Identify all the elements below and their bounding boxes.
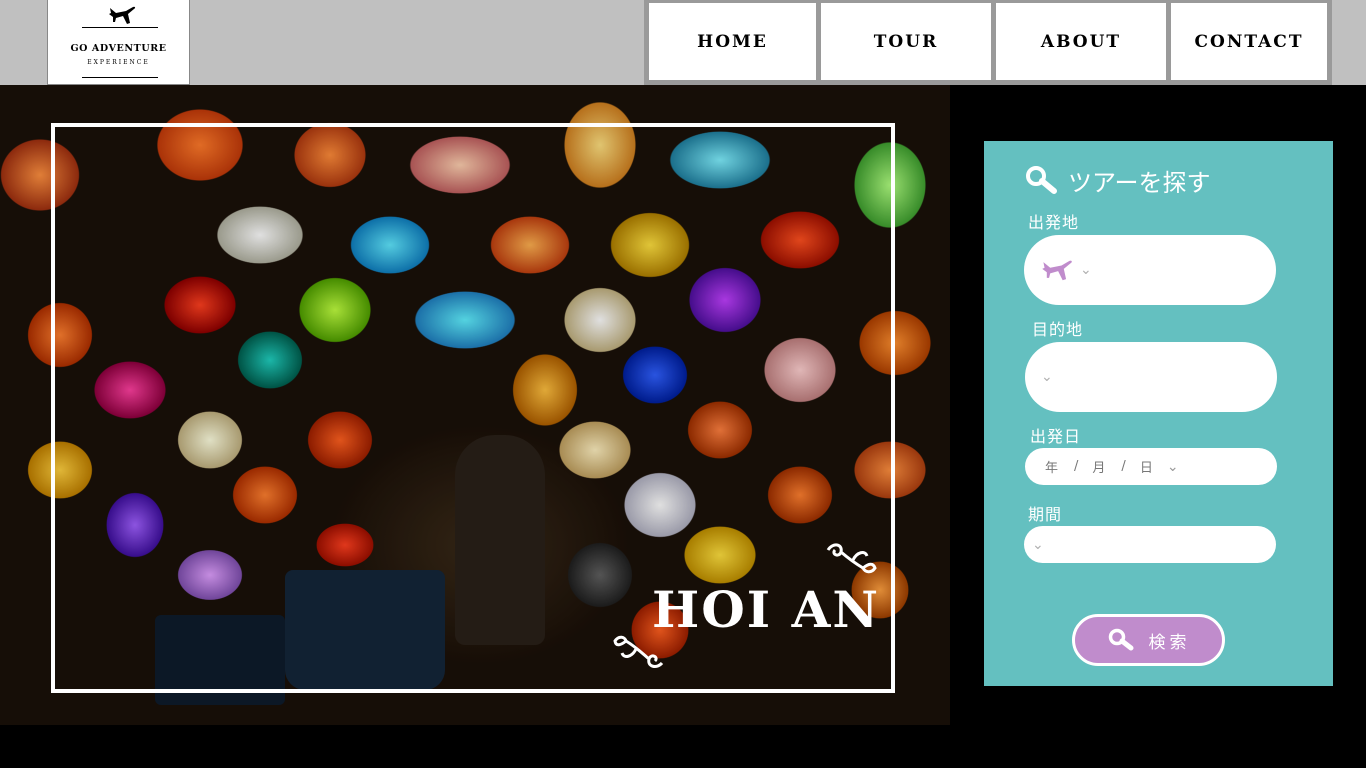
- header: GO ADVENTURE EXPERIENCE HOME TOUR ABOUT …: [0, 0, 1366, 85]
- chevron-down-icon: ⌄: [1080, 262, 1092, 278]
- departure-select[interactable]: ⌄: [1024, 235, 1276, 305]
- logo-title: GO ADVENTURE: [70, 43, 167, 54]
- date-separator: /: [1074, 459, 1079, 474]
- nav-home[interactable]: HOME: [649, 3, 816, 80]
- nav-contact[interactable]: CONTACT: [1171, 3, 1327, 80]
- search-button-label: 検索: [1148, 632, 1191, 653]
- hero-image: HOI AN: [0, 85, 950, 725]
- chevron-down-icon: ⌄: [1032, 536, 1044, 553]
- search-button[interactable]: 検索: [1072, 614, 1225, 666]
- date-year: 年: [1045, 461, 1059, 476]
- departure-label: 出発地: [1028, 213, 1080, 232]
- search-icon: [1108, 628, 1133, 651]
- date-month: 月: [1092, 461, 1106, 476]
- search-title-text: ツアーを探す: [1068, 168, 1211, 197]
- site-logo[interactable]: GO ADVENTURE EXPERIENCE: [47, 0, 190, 85]
- search-panel-title: ツアーを探す: [1024, 163, 1211, 197]
- flourish-ornament-icon: [826, 543, 877, 574]
- nav-about[interactable]: ABOUT: [996, 3, 1166, 80]
- main-nav: HOME TOUR ABOUT CONTACT: [644, 0, 1332, 85]
- logo-divider: [82, 27, 158, 28]
- date-day: 日: [1139, 461, 1153, 476]
- departure-date-label: 出発日: [1030, 427, 1082, 446]
- flourish-ornament-icon: [613, 635, 664, 668]
- date-separator: /: [1121, 459, 1126, 474]
- hero-city-title: HOI AN: [652, 580, 881, 639]
- logo-divider: [82, 77, 158, 78]
- duration-select[interactable]: ⌄: [1024, 526, 1276, 563]
- duration-label: 期間: [1028, 505, 1063, 524]
- destination-select[interactable]: ⌄: [1025, 342, 1277, 412]
- airplane-icon: [1042, 260, 1072, 281]
- chevron-down-icon[interactable]: ⌄: [1167, 459, 1179, 475]
- airplane-icon: [109, 6, 136, 25]
- destination-label: 目的地: [1032, 320, 1084, 339]
- departure-date-input[interactable]: 年 / 月 / 日 ⌄: [1025, 448, 1277, 485]
- logo-subtitle: EXPERIENCE: [87, 59, 150, 66]
- chevron-down-icon: ⌄: [1041, 369, 1053, 385]
- nav-tour[interactable]: TOUR: [821, 3, 991, 80]
- search-icon: [1026, 166, 1057, 194]
